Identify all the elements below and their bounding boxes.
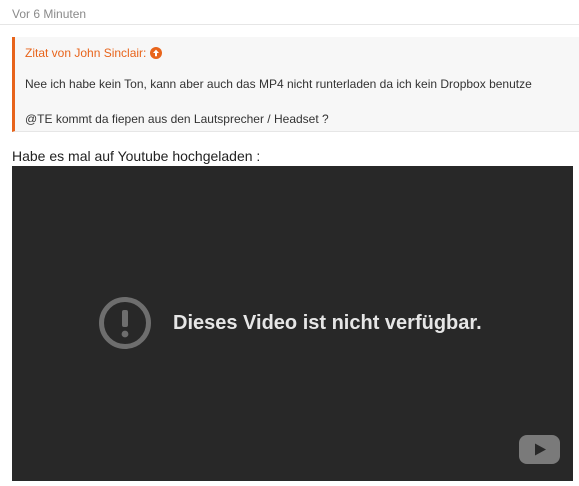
post-timestamp[interactable]: Vor 6 Minuten (12, 7, 86, 21)
video-unavailable-message: Dieses Video ist nicht verfügbar. (98, 296, 482, 350)
alert-circle-icon (99, 297, 151, 349)
quote-block: Zitat von John Sinclair: Nee ich habe ke… (12, 37, 579, 132)
forum-post: Vor 6 Minuten Zitat von John Sinclair: N… (0, 0, 579, 486)
youtube-logo-icon[interactable] (519, 435, 560, 464)
video-embed[interactable]: Dieses Video ist nicht verfügbar. (12, 166, 573, 481)
post-body-text: Habe es mal auf Youtube hochgeladen : (12, 148, 261, 164)
quote-text-line: Nee ich habe kein Ton, kann aber auch da… (25, 77, 532, 91)
video-unavailable-text: Dieses Video ist nicht verfügbar. (173, 311, 482, 334)
divider (0, 24, 579, 25)
quote-header[interactable]: Zitat von John Sinclair: (25, 46, 163, 60)
quote-text-line: @TE kommt da fiepen aus den Lautsprecher… (25, 112, 329, 126)
arrow-up-circle-icon[interactable] (150, 47, 163, 59)
quote-author-link[interactable]: Zitat von John Sinclair: (25, 46, 146, 60)
